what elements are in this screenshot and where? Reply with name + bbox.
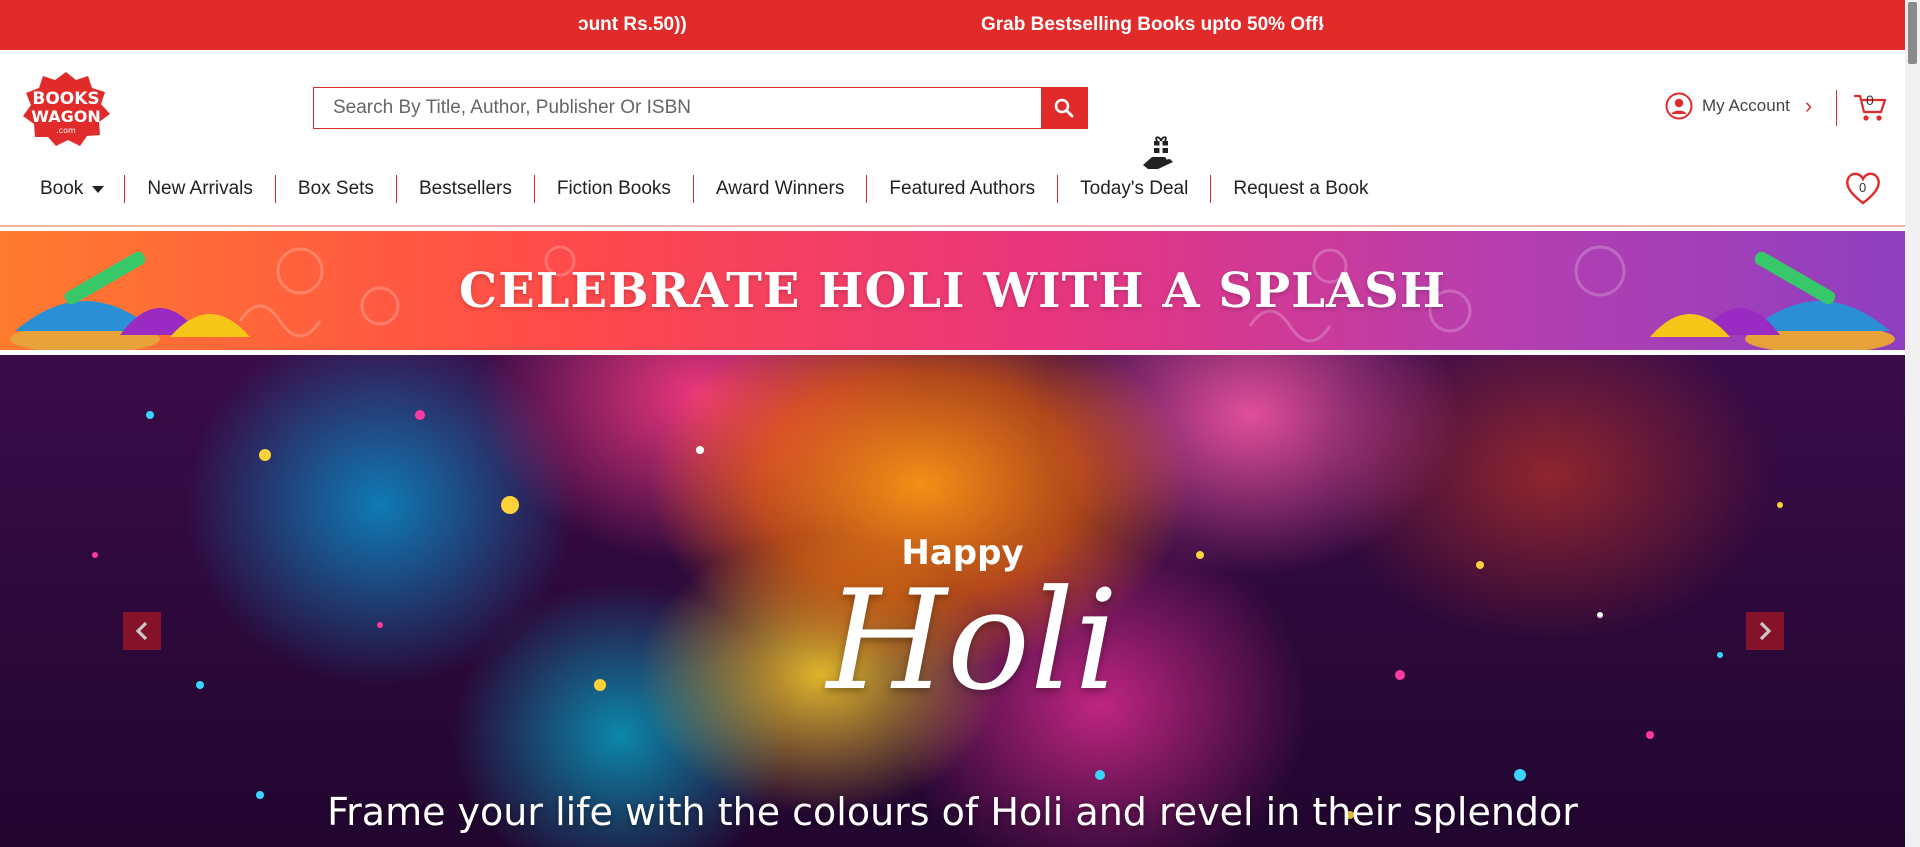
nav-item-box-sets[interactable]: Box Sets [274, 175, 396, 203]
cart-count: 0 [1866, 92, 1874, 108]
search-button[interactable] [1041, 88, 1087, 128]
nav-item-todays-deal[interactable]: Today's Deal [1057, 175, 1210, 203]
nav-item-book[interactable]: Book [0, 175, 124, 203]
hero-tagline: Frame your life with the colours of Holi… [327, 790, 1578, 834]
bookswagon-logo[interactable]: BOOKS WAGON .com [20, 70, 112, 146]
carousel-next-button[interactable] [1746, 612, 1784, 650]
promo-bar: ɔunt Rs.50)) Grab Bestselling Books upto… [0, 0, 1905, 50]
search-bar [313, 87, 1088, 129]
nav-item-award-winners[interactable]: Award Winners [692, 175, 866, 203]
nav-item-request-a-book[interactable]: Request a Book [1210, 175, 1390, 203]
page: ɔunt Rs.50)) Grab Bestselling Books upto… [0, 0, 1920, 847]
nav-divider [0, 225, 1905, 227]
logo-text-wagon: WAGON [31, 107, 100, 126]
nav-item-new-arrivals[interactable]: New Arrivals [124, 175, 275, 203]
main-nav: Book New Arrivals Box Sets Bestsellers F… [0, 168, 1391, 210]
scrollbar-thumb[interactable] [1908, 2, 1917, 64]
header-divider [1836, 90, 1837, 126]
promo-text-current[interactable]: Grab Bestselling Books upto 50% Off! [981, 14, 1324, 36]
nav-label: Book [40, 178, 84, 199]
page-scrollbar[interactable] [1905, 0, 1920, 847]
logo-text-com: .com [56, 126, 76, 135]
hero-holi-text: Holi [826, 560, 1119, 721]
promo-next-icon[interactable]: › [1318, 15, 1324, 37]
user-icon [1665, 92, 1693, 120]
nav-item-fiction-books[interactable]: Fiction Books [533, 175, 693, 203]
logo-text-books: BOOKS [32, 89, 99, 109]
hero-carousel[interactable]: Happy Holi Frame your life with the colo… [0, 355, 1905, 847]
search-input[interactable] [314, 88, 1041, 128]
search-icon [1054, 98, 1074, 118]
my-account-label: My Account [1702, 96, 1790, 115]
gift-hand-icon [1143, 136, 1173, 169]
carousel-prev-button[interactable] [123, 612, 161, 650]
promo-text-previous[interactable]: ɔunt Rs.50)) [578, 14, 687, 36]
nav-item-bestsellers[interactable]: Bestsellers [395, 175, 534, 203]
wishlist-count: 0 [1859, 180, 1867, 195]
chevron-right-icon [1759, 621, 1772, 641]
caret-down-icon [92, 185, 105, 193]
chevron-left-icon [135, 621, 148, 641]
chevron-right-icon: › [1804, 93, 1813, 118]
my-account-link[interactable]: My Account › [1665, 92, 1812, 120]
holi-strip-title: CELEBRATE HOLI WITH A SPLASH [458, 263, 1447, 319]
nav-item-featured-authors[interactable]: Featured Authors [866, 175, 1057, 203]
holi-strip-banner[interactable]: CELEBRATE HOLI WITH A SPLASH [0, 231, 1905, 350]
